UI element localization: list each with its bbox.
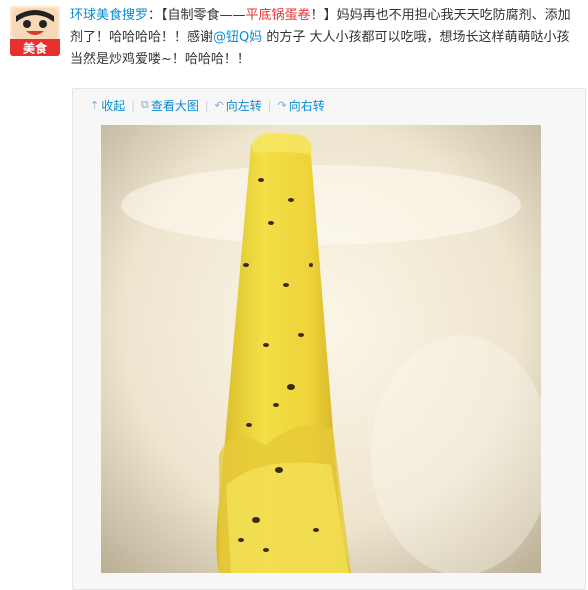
avatar-badge-text: 美食: [23, 41, 48, 56]
toolbar-separator: |: [267, 98, 272, 112]
media-toolbar: ⇡ 收起 | ⧉ 查看大图 | ↶ 向左转 | ↷ 向右转: [90, 96, 325, 114]
rotate-left-icon: ↶: [214, 98, 224, 112]
rotate-left-button[interactable]: ↶ 向左转: [215, 97, 262, 114]
rotate-right-label: 向右转: [288, 98, 325, 113]
toolbar-separator: |: [204, 98, 209, 112]
author-link[interactable]: 环球美食搜罗: [70, 8, 148, 23]
view-large-icon: ⧉: [140, 98, 149, 111]
post-photo[interactable]: [101, 125, 541, 573]
post-text: 环球美食搜罗：【自制零食——平底锅蛋卷！】妈妈再也不用担心我天天吃防腐剂、添加剂…: [70, 5, 582, 71]
egg-roll-photo: [101, 125, 541, 573]
rotate-right-icon: ↷: [277, 98, 287, 112]
post-text-part-1: 【自制零食——: [161, 8, 246, 23]
highlight-link[interactable]: 平底锅蛋卷: [246, 8, 311, 23]
avatar-logo: 美食: [10, 6, 60, 56]
collapse-button[interactable]: ⇡ 收起: [90, 97, 125, 114]
toolbar-separator: |: [131, 98, 135, 112]
mention-link[interactable]: @钮Q妈: [213, 30, 262, 45]
collapse-icon: ⇡: [90, 98, 100, 112]
rotate-right-button[interactable]: ↷ 向右转: [278, 97, 325, 114]
author-colon: ：: [148, 8, 162, 23]
avatar[interactable]: 美食: [10, 6, 60, 56]
rotate-left-label: 向左转: [225, 98, 262, 113]
view-large-button[interactable]: ⧉ 查看大图: [141, 97, 199, 114]
collapse-label: 收起: [101, 98, 126, 113]
view-large-label: 查看大图: [150, 98, 199, 113]
